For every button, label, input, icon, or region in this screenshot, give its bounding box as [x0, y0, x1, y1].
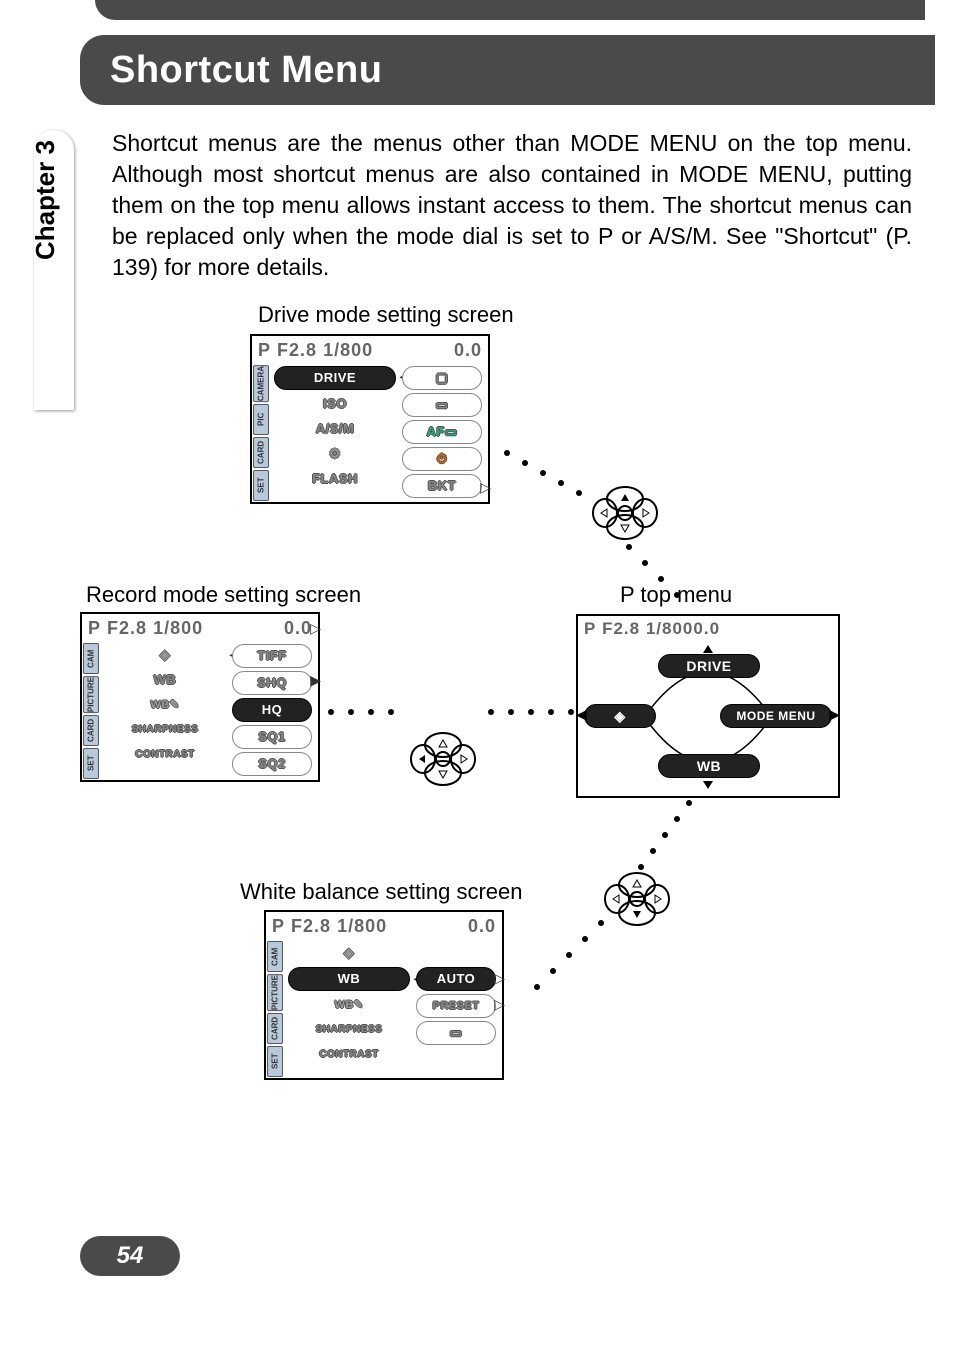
- tab-card[interactable]: CARD: [253, 437, 269, 468]
- status-shutter: 1/800: [337, 916, 387, 937]
- tab-picture[interactable]: PICTURE: [267, 974, 283, 1011]
- side-tabs[interactable]: CAM PICTURE CARD SET: [266, 940, 284, 1078]
- status-bar: P F2.8 1/800 0.0: [266, 912, 502, 940]
- val-onetouch-icon[interactable]: ▭: [416, 1021, 496, 1045]
- val-sq1[interactable]: SQ1: [232, 725, 312, 749]
- tab-camera[interactable]: CAMERA: [253, 365, 269, 402]
- val-sequential-icon[interactable]: ▭: [402, 393, 482, 417]
- status-exp: 0.0: [468, 916, 496, 937]
- menu-wb[interactable]: WB: [104, 669, 226, 691]
- status-shutter: 1/800: [323, 340, 373, 361]
- status-aperture: F2.8: [107, 618, 147, 639]
- pointer-right-icon: ▶: [829, 706, 840, 723]
- val-shq[interactable]: SHQ: [232, 671, 312, 695]
- menu-wbcomp-icon[interactable]: WB✎: [104, 694, 226, 716]
- status-bar: P F2.8 1/800 0.0: [82, 614, 318, 642]
- tab-cam[interactable]: CAM: [267, 941, 283, 972]
- menu-sharpness[interactable]: SHARPNESS: [104, 719, 226, 741]
- page-number: 54: [80, 1236, 180, 1276]
- status-mode: P: [584, 619, 596, 639]
- tab-set[interactable]: SET: [267, 1046, 283, 1077]
- val-tiff[interactable]: TIFF: [232, 644, 312, 668]
- tab-card[interactable]: CARD: [83, 715, 99, 746]
- pointer-right-icon: ▷: [480, 479, 491, 496]
- p-top-menu: P F2.8 1/800 0.0 DRIVE ◈ MODE MENU WB ◀ …: [576, 614, 840, 798]
- tab-pic[interactable]: PIC: [253, 404, 269, 435]
- status-exp: 0.0: [454, 340, 482, 361]
- status-exp: 0.0: [693, 619, 720, 639]
- pointer-right-icon: ▷: [310, 620, 321, 637]
- menu-wb[interactable]: WB: [288, 967, 410, 991]
- connector-record: [328, 709, 578, 719]
- intro-paragraph: Shortcut menus are the menus other than …: [112, 128, 912, 283]
- drive-mode-screen: P F2.8 1/800 0.0 CAMERA PIC CARD SET DRI…: [250, 334, 490, 504]
- status-shutter: 1/800: [646, 619, 694, 639]
- record-mode-screen: P F2.8 1/800 0.0 CAM PICTURE CARD SET ◈ …: [80, 612, 320, 782]
- menu-sharpness[interactable]: SHARPNESS: [288, 1019, 410, 1041]
- val-empty: [416, 942, 496, 964]
- side-tabs[interactable]: CAMERA PIC CARD SET: [252, 364, 270, 502]
- val-hq[interactable]: HQ: [232, 698, 312, 722]
- caption-record: Record mode setting screen: [86, 582, 361, 608]
- top-quality-button[interactable]: ◈: [584, 704, 656, 728]
- menu-contrast[interactable]: CONTRAST: [104, 744, 226, 766]
- page-title: Shortcut Menu: [80, 35, 935, 105]
- menu-drive[interactable]: DRIVE: [274, 366, 396, 390]
- status-bar: P F2.8 1/800 0.0: [252, 336, 488, 364]
- status-aperture: F2.8: [277, 340, 317, 361]
- status-mode: P: [272, 916, 285, 937]
- dpad-icon: [602, 870, 672, 928]
- menu-contrast[interactable]: CONTRAST: [288, 1044, 410, 1066]
- menu-iso[interactable]: ISO: [274, 393, 396, 415]
- dpad-icon: [408, 730, 478, 788]
- tab-set[interactable]: SET: [253, 470, 269, 501]
- top-wb-button[interactable]: WB: [658, 754, 760, 778]
- status-bar: P F2.8 1/800 0.0: [578, 616, 838, 642]
- top-modemenu-button[interactable]: MODE MENU: [720, 704, 832, 728]
- pointer-left-icon: ◀: [576, 706, 587, 723]
- status-aperture: F2.8: [602, 619, 640, 639]
- menu-asm[interactable]: A/S/M: [274, 418, 396, 440]
- val-single-icon[interactable]: ▢: [402, 366, 482, 390]
- tab-card[interactable]: CARD: [267, 1013, 283, 1044]
- caption-ptop: P top menu: [620, 582, 732, 608]
- caption-wb: White balance setting screen: [240, 879, 523, 905]
- val-empty: [416, 1048, 496, 1070]
- val-preset[interactable]: PRESET: [416, 994, 496, 1018]
- status-mode: P: [88, 618, 101, 639]
- val-bkt[interactable]: BKT: [402, 474, 482, 498]
- tab-set[interactable]: SET: [83, 748, 99, 779]
- menu-quality-icon[interactable]: ◈: [104, 644, 226, 666]
- caption-drive: Drive mode setting screen: [258, 302, 514, 328]
- connector-topmenu-dpad: [636, 800, 696, 870]
- pointer-right-icon: ▶: [310, 672, 321, 689]
- status-exp: 0.0: [284, 618, 312, 639]
- chapter-label: Chapter 3: [30, 140, 61, 260]
- connector-dpad-down: [622, 540, 702, 620]
- status-aperture: F2.8: [291, 916, 331, 937]
- menu-quality-icon[interactable]: ◈: [288, 942, 410, 964]
- menu-wbcomp-icon[interactable]: WB✎: [288, 994, 410, 1016]
- status-mode: P: [258, 340, 271, 361]
- side-tabs[interactable]: CAM PICTURE CARD SET: [82, 642, 100, 780]
- pointer-right-icon: ▷: [494, 970, 505, 987]
- wb-setting-screen: P F2.8 1/800 0.0 CAM PICTURE CARD SET ◈ …: [264, 910, 504, 1080]
- val-af-icon[interactable]: AF▭: [402, 420, 482, 444]
- top-drive-button[interactable]: DRIVE: [658, 654, 760, 678]
- connector-dpad-wb: [522, 920, 612, 1000]
- connector-drive: [500, 450, 610, 510]
- val-timer-icon[interactable]: ⏱: [402, 447, 482, 471]
- pointer-right-icon: ▷: [494, 996, 505, 1013]
- tab-picture[interactable]: PICTURE: [83, 676, 99, 713]
- menu-metering-icon[interactable]: ⚙: [274, 443, 396, 465]
- page-corner-tab: [95, 0, 925, 20]
- status-shutter: 1/800: [153, 618, 203, 639]
- val-auto[interactable]: AUTO: [416, 967, 496, 991]
- tab-cam[interactable]: CAM: [83, 643, 99, 674]
- val-sq2[interactable]: SQ2: [232, 752, 312, 776]
- menu-flash[interactable]: FLASH: [274, 468, 396, 490]
